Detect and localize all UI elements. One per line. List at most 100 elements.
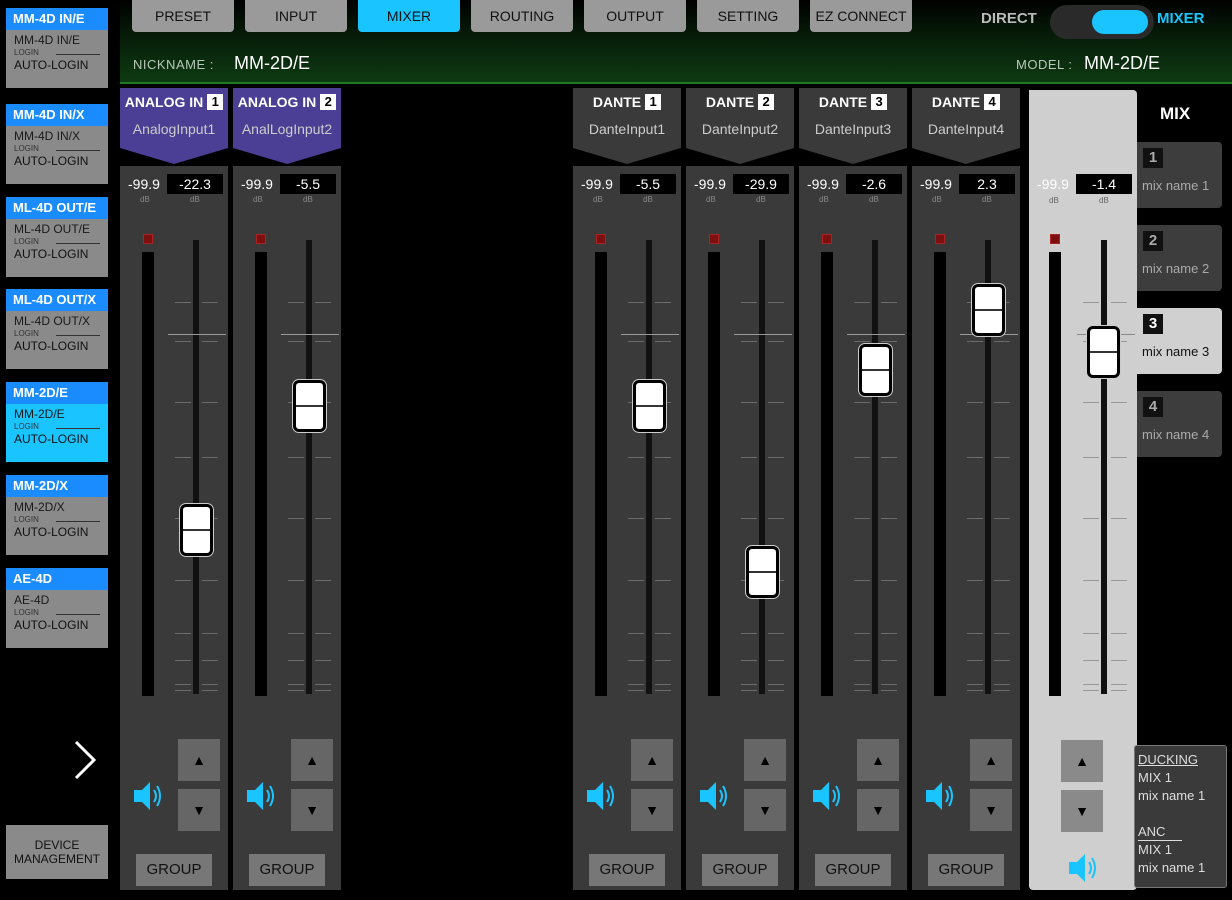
gain-value[interactable]: -1.4 (1076, 174, 1132, 194)
gain-value[interactable]: -2.6 (846, 174, 902, 194)
toggle-knob (1092, 10, 1148, 34)
auto-login-label[interactable]: AUTO-LOGIN (6, 524, 108, 540)
down-arrow-icon[interactable]: ▼ (1061, 790, 1103, 832)
auto-login-label[interactable]: AUTO-LOGIN (6, 153, 108, 169)
device-ae-4d[interactable]: AE-4D AE-4D LOGIN AUTO-LOGIN (6, 568, 108, 648)
down-arrow-icon[interactable]: ▼ (857, 789, 899, 831)
login-label[interactable]: LOGIN (6, 422, 108, 431)
auto-login-label[interactable]: AUTO-LOGIN (6, 431, 108, 447)
gain-value[interactable]: -5.5 (620, 174, 676, 194)
fader-track[interactable] (872, 240, 878, 694)
device-management-button[interactable]: DEVICE MANAGEMENT (6, 825, 108, 879)
login-label[interactable]: LOGIN (6, 329, 108, 338)
up-arrow-icon[interactable]: ▲ (970, 739, 1012, 781)
scale-tick (994, 684, 1010, 685)
up-arrow-icon[interactable]: ▲ (178, 739, 220, 781)
group-button[interactable]: GROUP (136, 854, 212, 886)
tab-output[interactable]: OUTPUT (584, 0, 686, 32)
mix-select-2[interactable]: 2 mix name 2 (1137, 225, 1222, 291)
speaker-icon[interactable] (585, 778, 617, 814)
device-ml-4d-out-x[interactable]: ML-4D OUT/X ML-4D OUT/X LOGIN AUTO-LOGIN (6, 289, 108, 369)
channel-header-analog-2[interactable]: ANALOG IN 2 AnalLogInput2 (233, 88, 341, 164)
gain-value[interactable]: -22.3 (167, 174, 223, 194)
login-label[interactable]: LOGIN (6, 237, 108, 246)
fader-knob[interactable] (1087, 326, 1120, 378)
gain-value[interactable]: 2.3 (959, 174, 1015, 194)
down-arrow-icon[interactable]: ▼ (178, 789, 220, 831)
speaker-icon[interactable] (245, 778, 277, 814)
mix-select-1[interactable]: 1 mix name 1 (1137, 142, 1222, 208)
login-label[interactable]: LOGIN (6, 608, 108, 617)
tab-mixer[interactable]: MIXER (358, 0, 460, 32)
ducking-panel[interactable]: DUCKING MIX 1 mix name 1 ANC MIX 1 mix n… (1134, 745, 1227, 888)
group-button[interactable]: GROUP (928, 854, 1004, 886)
channel-header-dante-3[interactable]: DANTE 3 DanteInput3 (799, 88, 907, 164)
mix-select-3[interactable]: 3 mix name 3 (1137, 308, 1222, 374)
channel-header-dante-1[interactable]: DANTE 1 DanteInput1 (573, 88, 681, 164)
device-mm-4d-in-x[interactable]: MM-4D IN/X MM-4D IN/X LOGIN AUTO-LOGIN (6, 104, 108, 184)
device-mm-2d-e[interactable]: MM-2D/E MM-2D/E LOGIN AUTO-LOGIN (6, 382, 108, 462)
down-arrow-icon[interactable]: ▼ (744, 789, 786, 831)
scale-tick (881, 580, 897, 581)
fader-knob[interactable] (180, 504, 213, 556)
fader-knob[interactable] (633, 380, 666, 432)
fader-track[interactable] (759, 240, 765, 694)
fader-track[interactable] (193, 240, 199, 694)
tab-preset[interactable]: PRESET (132, 0, 234, 32)
scale-tick (881, 660, 897, 661)
auto-login-label[interactable]: AUTO-LOGIN (6, 338, 108, 354)
gain-value[interactable]: -5.5 (280, 174, 336, 194)
up-arrow-icon[interactable]: ▲ (631, 739, 673, 781)
group-button[interactable]: GROUP (589, 854, 665, 886)
group-button[interactable]: GROUP (249, 854, 325, 886)
channel-header-analog-1[interactable]: ANALOG IN 1 AnalogInput1 (120, 88, 228, 164)
device-ml-4d-out-e[interactable]: ML-4D OUT/E ML-4D OUT/E LOGIN AUTO-LOGIN (6, 197, 108, 277)
chevron-right-icon[interactable] (70, 738, 100, 782)
device-mm-2d-x[interactable]: MM-2D/X MM-2D/X LOGIN AUTO-LOGIN (6, 475, 108, 555)
speaker-icon[interactable] (132, 778, 164, 814)
scale-tick (854, 302, 870, 303)
tab-ez-connect[interactable]: EZ CONNECT (810, 0, 912, 32)
up-arrow-icon[interactable]: ▲ (744, 739, 786, 781)
up-arrow-icon[interactable]: ▲ (291, 739, 333, 781)
login-label[interactable]: LOGIN (6, 48, 108, 57)
fader-track[interactable] (1101, 240, 1107, 694)
speaker-icon[interactable] (698, 778, 730, 814)
down-arrow-icon[interactable]: ▼ (291, 789, 333, 831)
down-arrow-icon[interactable]: ▼ (631, 789, 673, 831)
scale-tick (175, 580, 191, 581)
speaker-icon[interactable] (811, 778, 843, 814)
tab-setting[interactable]: SETTING (697, 0, 799, 32)
speaker-icon[interactable] (1067, 850, 1099, 886)
auto-login-label[interactable]: AUTO-LOGIN (6, 57, 108, 73)
device-mm-4d-in-e[interactable]: MM-4D IN/E MM-4D IN/E LOGIN AUTO-LOGIN (6, 8, 108, 88)
up-arrow-icon[interactable]: ▲ (857, 739, 899, 781)
mix-select-4[interactable]: 4 mix name 4 (1137, 391, 1222, 457)
fader-knob[interactable] (293, 380, 326, 432)
speaker-icon[interactable] (924, 778, 956, 814)
device-title: MM-4D IN/E (6, 8, 108, 30)
level-meter (255, 252, 267, 696)
down-arrow-icon[interactable]: ▼ (970, 789, 1012, 831)
level-meter (821, 252, 833, 696)
login-label[interactable]: LOGIN (6, 144, 108, 153)
fader-track[interactable] (306, 240, 312, 694)
scale-tick (628, 690, 644, 691)
tab-input[interactable]: INPUT (245, 0, 347, 32)
fader-track[interactable] (646, 240, 652, 694)
group-button[interactable]: GROUP (702, 854, 778, 886)
direct-mixer-toggle[interactable] (1050, 5, 1154, 39)
channel-number: 4 (984, 94, 1001, 110)
fader-knob[interactable] (746, 546, 779, 598)
gain-value[interactable]: -29.9 (733, 174, 789, 194)
channel-header-dante-4[interactable]: DANTE 4 DanteInput4 (912, 88, 1020, 164)
fader-knob[interactable] (972, 284, 1005, 336)
auto-login-label[interactable]: AUTO-LOGIN (6, 246, 108, 262)
fader-knob[interactable] (859, 344, 892, 396)
auto-login-label[interactable]: AUTO-LOGIN (6, 617, 108, 633)
login-label[interactable]: LOGIN (6, 515, 108, 524)
up-arrow-icon[interactable]: ▲ (1061, 740, 1103, 782)
channel-header-dante-2[interactable]: DANTE 2 DanteInput2 (686, 88, 794, 164)
tab-routing[interactable]: ROUTING (471, 0, 573, 32)
group-button[interactable]: GROUP (815, 854, 891, 886)
